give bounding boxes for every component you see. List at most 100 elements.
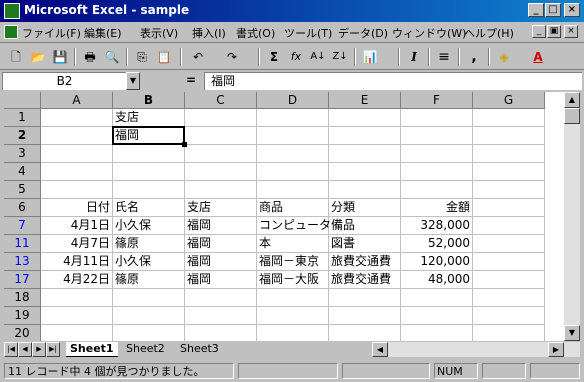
column-header-b[interactable]: B — [113, 92, 185, 109]
close-button[interactable]: × — [564, 3, 580, 17]
cell-c1[interactable] — [185, 109, 257, 127]
row-header[interactable]: 11 — [4, 235, 41, 253]
cell-b13[interactable]: 小久保 — [113, 253, 185, 271]
cell-b18[interactable] — [113, 289, 185, 307]
cell-d19[interactable] — [257, 307, 329, 325]
cell-e11[interactable]: 図書 — [329, 235, 401, 253]
paste-icon[interactable]: 📋 — [154, 47, 174, 67]
cell-d5[interactable] — [257, 181, 329, 199]
cell-b4[interactable] — [113, 163, 185, 181]
cell-b1[interactable]: 支店 — [113, 109, 185, 127]
row-header[interactable]: 7 — [4, 217, 41, 235]
horizontal-scrollbar[interactable]: ◀ ▶ — [372, 342, 580, 357]
menu-edit[interactable]: 編集(E) — [84, 25, 122, 41]
cell-a20[interactable] — [41, 325, 113, 341]
redo-icon[interactable]: ↷ — [222, 47, 242, 67]
cell-e19[interactable] — [329, 307, 401, 325]
column-header-g[interactable]: G — [473, 92, 545, 109]
cell-d3[interactable] — [257, 145, 329, 163]
row-header[interactable]: 6 — [4, 199, 41, 217]
cell-c7[interactable]: 福岡 — [185, 217, 257, 235]
cell-d7[interactable]: コンピュータ — [257, 217, 331, 235]
row-header[interactable]: 2 — [4, 127, 41, 145]
scroll-down-icon[interactable]: ▼ — [564, 325, 580, 341]
autosum-icon[interactable]: Σ — [264, 47, 284, 67]
workbook-minimize-button[interactable]: _ — [532, 25, 546, 38]
cell-a18[interactable] — [41, 289, 113, 307]
open-icon[interactable]: 📂 — [28, 47, 48, 67]
cell-b11[interactable]: 篠原 — [113, 235, 185, 253]
save-icon[interactable]: 💾 — [50, 47, 70, 67]
row-header[interactable]: 20 — [4, 325, 41, 341]
cell-e18[interactable] — [329, 289, 401, 307]
cell-e5[interactable] — [329, 181, 401, 199]
cell-f20[interactable] — [401, 325, 473, 341]
cell-d17[interactable]: 福岡－大阪 — [257, 271, 329, 289]
prev-sheet-icon[interactable]: ◀ — [18, 342, 32, 357]
menu-format[interactable]: 書式(O) — [236, 25, 275, 41]
menu-window[interactable]: ウィンドウ(W) — [392, 25, 466, 41]
cell-b7[interactable]: 小久保 — [113, 217, 185, 235]
cell-g1[interactable] — [473, 109, 545, 127]
italic-icon[interactable]: I — [404, 47, 424, 67]
cell-a13[interactable]: 4月11日 — [41, 253, 113, 271]
cell-e2[interactable] — [329, 127, 401, 145]
sort-ascending-icon[interactable]: A↓ — [308, 47, 328, 67]
cell-f7[interactable]: 328,000 — [401, 217, 473, 235]
cell-a1[interactable] — [41, 109, 113, 127]
column-header-d[interactable]: D — [257, 92, 329, 109]
cell-c3[interactable] — [185, 145, 257, 163]
cell-f2[interactable] — [401, 127, 473, 145]
cell-b20[interactable] — [113, 325, 185, 341]
cell-e3[interactable] — [329, 145, 401, 163]
sort-descending-icon[interactable]: Z↓ — [330, 47, 350, 67]
comma-style-icon[interactable]: , — [464, 47, 484, 67]
cell-g7[interactable] — [473, 217, 545, 235]
minimize-button[interactable]: _ — [528, 3, 544, 17]
chevron-down-icon[interactable]: ▼ — [126, 72, 140, 90]
fill-handle[interactable] — [182, 142, 187, 147]
cell-g19[interactable] — [473, 307, 545, 325]
menu-data[interactable]: データ(D) — [338, 25, 388, 41]
print-preview-icon[interactable]: 🔍 — [102, 47, 122, 67]
cell-f3[interactable] — [401, 145, 473, 163]
function-icon[interactable]: fx — [286, 47, 306, 67]
cell-b5[interactable] — [113, 181, 185, 199]
cell-c5[interactable] — [185, 181, 257, 199]
cell-f6[interactable]: 金額 — [401, 199, 473, 217]
title-bar[interactable]: Microsoft Excel - sample _ □ × — [0, 0, 584, 22]
cell-a6[interactable]: 日付 — [41, 199, 113, 217]
align-center-icon[interactable]: ≡ — [434, 47, 454, 67]
cell-b17[interactable]: 篠原 — [113, 271, 185, 289]
cell-a4[interactable] — [41, 163, 113, 181]
cell-b19[interactable] — [113, 307, 185, 325]
cell-d6[interactable]: 商品 — [257, 199, 329, 217]
cell-g13[interactable] — [473, 253, 545, 271]
cell-d13[interactable]: 福岡－東京 — [257, 253, 329, 271]
cell-a7[interactable]: 4月1日 — [41, 217, 113, 235]
column-header-e[interactable]: E — [329, 92, 401, 109]
undo-icon[interactable]: ↶ — [188, 47, 208, 67]
font-color-icon[interactable]: A — [528, 47, 548, 67]
sheet-tab-sheet3[interactable]: Sheet3 — [176, 342, 223, 357]
menu-insert[interactable]: 挿入(I) — [192, 25, 226, 41]
edit-formula-button[interactable]: = — [186, 73, 196, 87]
cell-a3[interactable] — [41, 145, 113, 163]
menu-help[interactable]: ヘルプ(H) — [464, 25, 514, 41]
select-all-button[interactable] — [4, 92, 41, 109]
cell-g2[interactable] — [473, 127, 545, 145]
row-header[interactable]: 13 — [4, 253, 41, 271]
cell-g5[interactable] — [473, 181, 545, 199]
cell-b2[interactable]: 福岡 — [113, 127, 185, 145]
column-header-a[interactable]: A — [41, 92, 113, 109]
scroll-right-icon[interactable]: ▶ — [548, 342, 564, 357]
menu-file[interactable]: ファイル(F) — [22, 25, 81, 41]
cell-f5[interactable] — [401, 181, 473, 199]
column-header-f[interactable]: F — [401, 92, 473, 109]
fill-color-icon[interactable]: ◈ — [494, 47, 514, 67]
workbook-close-button[interactable]: × — [564, 25, 578, 38]
menu-view[interactable]: 表示(V) — [140, 25, 178, 41]
row-header[interactable]: 19 — [4, 307, 41, 325]
cell-f18[interactable] — [401, 289, 473, 307]
chart-wizard-icon[interactable]: 📊 — [360, 47, 380, 67]
